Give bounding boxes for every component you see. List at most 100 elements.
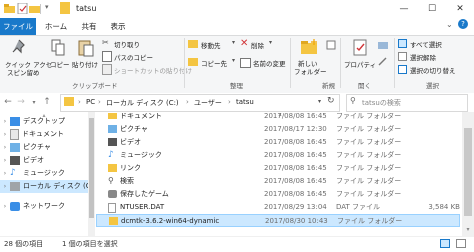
new-group-label: 新規 bbox=[322, 82, 335, 90]
file-row-saved-games[interactable]: 保存したゲーム 2017/08/08 16:45 ファイル フォルダー bbox=[96, 188, 460, 200]
link-folder-icon bbox=[108, 164, 117, 172]
nav-item-label: ビデオ bbox=[23, 156, 44, 164]
expand-chevron-icon[interactable]: › bbox=[0, 128, 10, 141]
rename-button[interactable]: 名前の変更 bbox=[240, 58, 290, 70]
picture-icon bbox=[10, 142, 20, 152]
tab-view[interactable]: 表示 bbox=[104, 18, 132, 35]
ribbon-collapse-icon[interactable]: ⌄ bbox=[446, 20, 453, 29]
file-date: 2017/08/08 16:45 bbox=[264, 138, 327, 146]
copy-to-button[interactable]: コピー先 ▾ bbox=[188, 57, 238, 70]
delete-icon: ✕ bbox=[240, 38, 249, 49]
new-item-icon[interactable] bbox=[326, 40, 336, 52]
nav-item-videos[interactable]: › ビデオ bbox=[0, 154, 92, 167]
tab-share[interactable]: 共有 bbox=[76, 18, 102, 35]
nav-item-network[interactable]: › ネットワーク bbox=[0, 200, 92, 213]
file-name: ドキュメント bbox=[120, 113, 162, 120]
breadcrumb-users[interactable]: ユーザー bbox=[194, 98, 222, 108]
file-type: ファイル フォルダー bbox=[336, 190, 402, 198]
file-name: リンク bbox=[120, 164, 141, 172]
move-to-button[interactable]: 移動先 ▾ bbox=[188, 39, 238, 52]
refresh-icon[interactable]: ↻ bbox=[327, 96, 335, 106]
address-dropdown-icon[interactable]: ▾ bbox=[318, 98, 321, 105]
breadcrumb-pc[interactable]: PC bbox=[86, 98, 95, 106]
select-all-button[interactable]: すべて選択 bbox=[398, 38, 472, 49]
new-folder-button[interactable]: 新しい フォルダー bbox=[292, 38, 327, 78]
copy-button[interactable]: コピー bbox=[48, 38, 70, 78]
expand-chevron-icon[interactable]: › bbox=[0, 180, 10, 193]
nav-item-label: デスクトップ bbox=[23, 117, 65, 125]
pin-to-quick-access-button[interactable]: クイック アクセ スピン留め bbox=[5, 38, 52, 78]
file-row-links[interactable]: リンク 2017/08/08 16:45 ファイル フォルダー bbox=[96, 162, 460, 174]
close-button[interactable]: ✕ bbox=[446, 0, 474, 18]
expand-chevron-icon[interactable]: › bbox=[0, 154, 10, 167]
rename-label: 名前の変更 bbox=[253, 60, 286, 68]
maximize-button[interactable]: ☐ bbox=[418, 0, 446, 18]
file-scroll-down-icon[interactable]: ▾ bbox=[462, 226, 474, 233]
select-none-label: 選択解除 bbox=[410, 54, 436, 62]
details-view-icon[interactable] bbox=[440, 239, 450, 248]
breadcrumb-local-disk[interactable]: ローカル ディスク (C:) bbox=[106, 98, 179, 108]
select-none-button[interactable]: 選択解除 bbox=[398, 51, 472, 62]
file-scrollbar-thumb[interactable] bbox=[464, 128, 472, 216]
file-icon bbox=[108, 203, 116, 213]
nav-item-desktop[interactable]: › デスクトップ bbox=[0, 115, 92, 128]
cut-button[interactable]: ✂ 切り取り bbox=[102, 38, 182, 49]
title-separator bbox=[40, 4, 41, 14]
music-folder-icon: ♪ bbox=[108, 150, 114, 160]
expand-chevron-icon[interactable]: › bbox=[0, 167, 10, 180]
paste-shortcut-icon bbox=[102, 64, 112, 75]
file-row-dcmtk[interactable]: dcmtk-3.6.2-win64-dynamic 2017/08/30 10:… bbox=[96, 214, 460, 227]
new-folder-quick-icon[interactable] bbox=[29, 3, 40, 14]
nav-scrollbar-thumb[interactable] bbox=[89, 118, 94, 218]
delete-button[interactable]: ✕ 削除 ▾ bbox=[240, 38, 280, 52]
cut-label: 切り取り bbox=[114, 41, 140, 49]
invert-selection-button[interactable]: 選択の切り替え bbox=[398, 64, 472, 75]
new-folder-label-2: フォルダー bbox=[294, 68, 327, 76]
game-folder-icon bbox=[108, 190, 117, 198]
breadcrumb-separator: › bbox=[78, 98, 81, 106]
rename-icon bbox=[240, 58, 251, 68]
file-row-videos[interactable]: ビデオ 2017/08/08 16:45 ファイル フォルダー bbox=[96, 136, 460, 148]
properties-quick-icon[interactable] bbox=[17, 2, 28, 15]
paste-icon bbox=[78, 40, 94, 57]
ribbon-separator bbox=[290, 38, 291, 88]
file-row-pictures[interactable]: ピクチャ 2017/08/17 12:30 ファイル フォルダー bbox=[96, 123, 460, 135]
file-row-documents[interactable]: ドキュメント 2017/08/08 16:45 ファイル フォルダー bbox=[96, 113, 460, 121]
file-name: ビデオ bbox=[120, 138, 141, 146]
select-all-icon bbox=[398, 39, 407, 48]
forward-arrow-icon[interactable]: → bbox=[15, 96, 27, 109]
file-row-searches[interactable]: ⚲ 検索 2017/08/08 16:45 ファイル フォルダー bbox=[96, 175, 460, 187]
select-group-label: 選択 bbox=[426, 82, 439, 90]
file-type: DAT ファイル bbox=[336, 203, 381, 211]
back-arrow-icon[interactable]: ← bbox=[2, 96, 14, 109]
quick-access-dropdown-icon[interactable]: ▾ bbox=[45, 3, 49, 11]
nav-item-local-disk[interactable]: › ローカル ディスク (C:) bbox=[0, 180, 96, 193]
up-arrow-icon[interactable]: ↑ bbox=[41, 96, 53, 109]
file-row-music[interactable]: ♪ ミュージック 2017/08/08 16:45 ファイル フォルダー bbox=[96, 149, 460, 161]
copy-path-icon bbox=[102, 51, 112, 62]
open-icon[interactable] bbox=[378, 40, 388, 50]
edit-icon[interactable] bbox=[378, 56, 388, 66]
paste-shortcut-button[interactable]: ショートカットの貼り付け bbox=[102, 64, 192, 75]
nav-item-documents[interactable]: › ドキュメント bbox=[0, 128, 92, 141]
expand-chevron-icon[interactable]: › bbox=[0, 115, 10, 128]
nav-item-pictures[interactable]: › ピクチャ bbox=[0, 141, 92, 154]
tab-home[interactable]: ホーム bbox=[38, 18, 74, 35]
properties-button[interactable]: プロパティ bbox=[344, 38, 378, 78]
music-icon: ♪ bbox=[10, 167, 16, 178]
nav-item-music[interactable]: › ♪ ミュージック bbox=[0, 167, 92, 180]
recent-locations-icon[interactable]: ▾ bbox=[28, 96, 40, 109]
breadcrumb-tatsu[interactable]: tatsu bbox=[236, 98, 254, 106]
copy-path-button[interactable]: パスのコピー bbox=[102, 51, 182, 62]
tab-file[interactable]: ファイル bbox=[0, 18, 36, 35]
large-icons-view-icon[interactable] bbox=[456, 239, 466, 248]
expand-chevron-icon[interactable]: › bbox=[0, 141, 10, 154]
nav-item-label: ピクチャ bbox=[23, 143, 51, 151]
file-row-ntuser-dat[interactable]: NTUSER.DAT 2017/08/29 13:04 DAT ファイル 3,5… bbox=[96, 201, 460, 213]
search-placeholder: tatsuの検索 bbox=[362, 99, 401, 107]
minimize-button[interactable]: — bbox=[390, 0, 418, 18]
expand-chevron-icon[interactable]: › bbox=[0, 200, 10, 213]
paste-button[interactable]: 貼り付け bbox=[72, 38, 100, 78]
help-icon[interactable]: ? bbox=[458, 19, 468, 29]
file-date: 2017/08/08 16:45 bbox=[264, 177, 327, 185]
